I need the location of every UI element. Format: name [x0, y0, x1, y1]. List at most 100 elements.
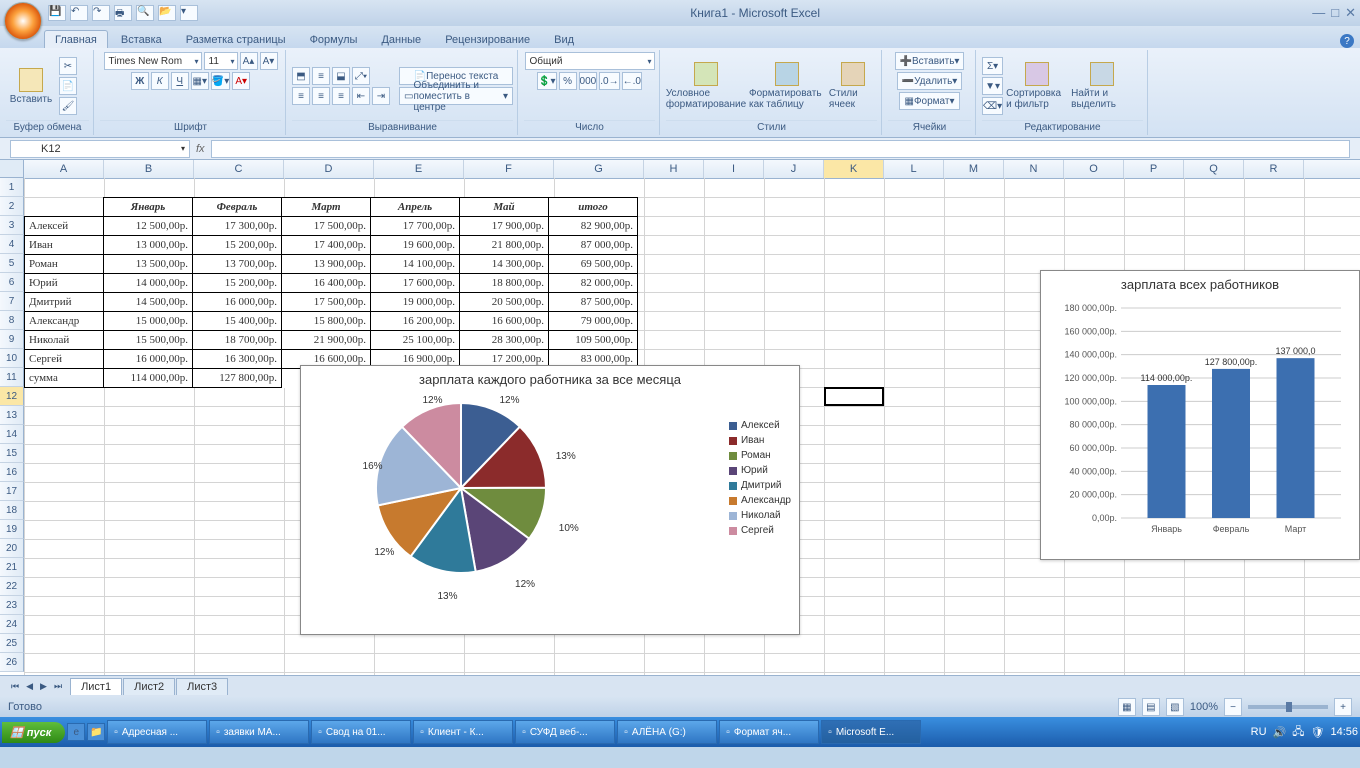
taskbar-item[interactable]: ▫Клиент - К...: [413, 720, 513, 744]
row-header-26[interactable]: 26: [0, 653, 24, 672]
qat-save-icon[interactable]: 💾: [48, 5, 66, 21]
row-header-4[interactable]: 4: [0, 235, 24, 254]
italic-button[interactable]: К: [151, 72, 169, 90]
col-header-H[interactable]: H: [644, 160, 704, 178]
cell-styles-button[interactable]: Стили ячеек: [829, 62, 877, 110]
row-header-19[interactable]: 19: [0, 520, 24, 539]
fill-icon[interactable]: ▼▾: [982, 77, 1003, 95]
row-header-14[interactable]: 14: [0, 425, 24, 444]
align-center-icon[interactable]: ≡: [312, 87, 330, 105]
align-left-icon[interactable]: ≡: [292, 87, 310, 105]
col-header-B[interactable]: B: [104, 160, 194, 178]
row-header-22[interactable]: 22: [0, 577, 24, 596]
decrease-decimal-icon[interactable]: ←.0: [622, 72, 642, 90]
col-header-G[interactable]: G: [554, 160, 644, 178]
col-header-E[interactable]: E: [374, 160, 464, 178]
currency-icon[interactable]: 💲▾: [537, 72, 556, 90]
bold-button[interactable]: Ж: [131, 72, 149, 90]
paste-button[interactable]: Вставить: [6, 68, 56, 105]
row-header-18[interactable]: 18: [0, 501, 24, 520]
conditional-format-button[interactable]: Условное форматирование: [666, 62, 746, 110]
tray-network-icon[interactable]: 🖧: [1292, 723, 1304, 742]
zoom-out-button[interactable]: −: [1224, 698, 1242, 716]
help-icon[interactable]: ?: [1340, 34, 1354, 48]
format-cells-button[interactable]: ▦ Формат ▾: [899, 92, 959, 110]
row-header-24[interactable]: 24: [0, 615, 24, 634]
row-header-7[interactable]: 7: [0, 292, 24, 311]
percent-icon[interactable]: %: [559, 72, 577, 90]
sheet-tab-Лист3[interactable]: Лист3: [176, 678, 228, 695]
formula-bar[interactable]: [211, 140, 1350, 158]
qat-open-icon[interactable]: 📂: [158, 5, 176, 21]
qat-new-icon[interactable]: ▾: [180, 5, 198, 21]
row-header-13[interactable]: 13: [0, 406, 24, 425]
zoom-slider[interactable]: [1248, 705, 1328, 709]
qat-redo-icon[interactable]: ↷: [92, 5, 110, 21]
col-header-C[interactable]: C: [194, 160, 284, 178]
align-bottom-icon[interactable]: ⬓: [332, 67, 350, 85]
fx-icon[interactable]: fx: [196, 143, 205, 155]
number-format-combo[interactable]: Общий: [525, 52, 655, 70]
taskbar-item[interactable]: ▫Формат яч...: [719, 720, 819, 744]
row-header-9[interactable]: 9: [0, 330, 24, 349]
qat-print-icon[interactable]: 🖶: [114, 5, 132, 21]
delete-cells-button[interactable]: ➖ Удалить ▾: [897, 72, 963, 90]
row-header-17[interactable]: 17: [0, 482, 24, 501]
col-header-I[interactable]: I: [704, 160, 764, 178]
pie-chart[interactable]: зарплата каждого работника за все месяца…: [300, 365, 800, 635]
col-header-J[interactable]: J: [764, 160, 824, 178]
comma-icon[interactable]: 000: [579, 72, 598, 90]
taskbar-item[interactable]: ▫СУФД веб-...: [515, 720, 615, 744]
start-button[interactable]: 🪟 пуск: [2, 722, 65, 743]
row-header-11[interactable]: 11: [0, 368, 24, 387]
col-header-F[interactable]: F: [464, 160, 554, 178]
row-header-20[interactable]: 20: [0, 539, 24, 558]
col-header-Q[interactable]: Q: [1184, 160, 1244, 178]
data-table[interactable]: ЯнварьФевральМартАпрельМайитогоАлексей12…: [24, 197, 638, 388]
row-header-12[interactable]: 12: [0, 387, 24, 406]
row-header-8[interactable]: 8: [0, 311, 24, 330]
merge-center-button[interactable]: ▭ Объединить и поместить в центре ▾: [399, 87, 513, 105]
sheet-nav-prev-icon[interactable]: ◀: [23, 681, 36, 692]
format-painter-icon[interactable]: 🖌: [59, 97, 77, 115]
tray-volume-icon[interactable]: 🔊: [1273, 726, 1287, 739]
tray-shield-icon[interactable]: 🛡: [1311, 726, 1325, 739]
format-as-table-button[interactable]: Форматировать как таблицу: [749, 62, 826, 110]
align-right-icon[interactable]: ≡: [332, 87, 350, 105]
border-button[interactable]: ▦▾: [191, 72, 209, 90]
sheet-nav-last-icon[interactable]: ⏭: [51, 681, 65, 692]
col-header-L[interactable]: L: [884, 160, 944, 178]
tab-Вставка[interactable]: Вставка: [110, 30, 173, 48]
taskbar-item[interactable]: ▫заявки МА...: [209, 720, 309, 744]
row-header-6[interactable]: 6: [0, 273, 24, 292]
sheet-nav-first-icon[interactable]: ⏮: [8, 681, 22, 692]
office-button[interactable]: [4, 2, 42, 40]
indent-increase-icon[interactable]: ⇥: [372, 87, 390, 105]
indent-decrease-icon[interactable]: ⇤: [352, 87, 370, 105]
bar-chart[interactable]: зарплата всех работников 0,00р.20 000,00…: [1040, 270, 1360, 560]
row-header-5[interactable]: 5: [0, 254, 24, 273]
quick-launch-ie-icon[interactable]: e: [67, 723, 85, 741]
close-button[interactable]: ✕: [1345, 5, 1356, 21]
row-header-23[interactable]: 23: [0, 596, 24, 615]
col-header-D[interactable]: D: [284, 160, 374, 178]
row-header-25[interactable]: 25: [0, 634, 24, 653]
row-header-21[interactable]: 21: [0, 558, 24, 577]
col-header-M[interactable]: M: [944, 160, 1004, 178]
tab-Вид[interactable]: Вид: [543, 30, 585, 48]
col-header-N[interactable]: N: [1004, 160, 1064, 178]
sheet-nav-next-icon[interactable]: ▶: [37, 681, 50, 692]
tab-Рецензирование[interactable]: Рецензирование: [434, 30, 541, 48]
tab-Разметка страницы[interactable]: Разметка страницы: [175, 30, 297, 48]
tab-Формулы[interactable]: Формулы: [299, 30, 369, 48]
view-layout-icon[interactable]: ▤: [1142, 698, 1160, 716]
grow-font-icon[interactable]: A▴: [240, 52, 258, 70]
copy-icon[interactable]: 📄: [59, 77, 77, 95]
taskbar-item[interactable]: ▫Адресная ...: [107, 720, 207, 744]
autosum-icon[interactable]: Σ▾: [982, 57, 1003, 75]
row-header-3[interactable]: 3: [0, 216, 24, 235]
row-header-2[interactable]: 2: [0, 197, 24, 216]
insert-cells-button[interactable]: ➕ Вставить ▾: [895, 52, 965, 70]
align-top-icon[interactable]: ⬒: [292, 67, 310, 85]
col-header-P[interactable]: P: [1124, 160, 1184, 178]
